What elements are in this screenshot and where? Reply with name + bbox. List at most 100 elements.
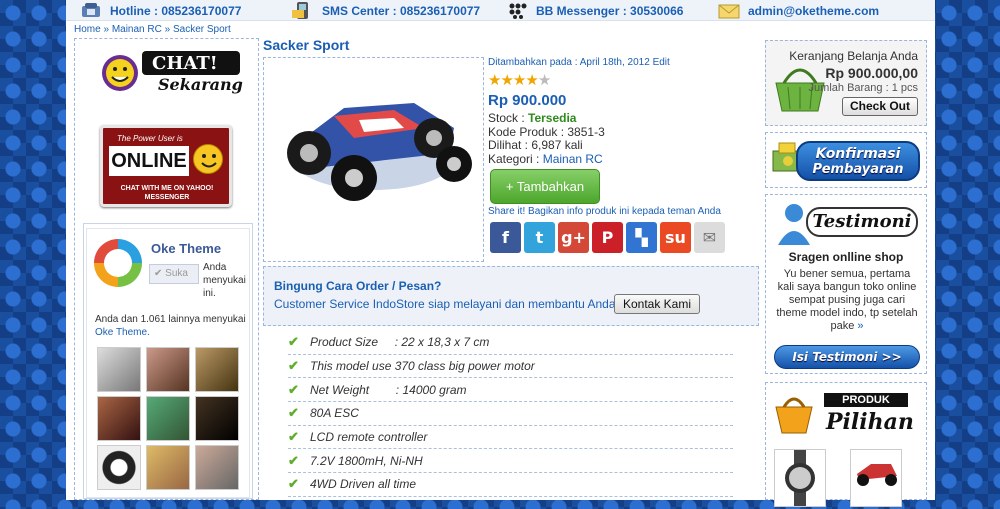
contact-us-button[interactable]: Kontak Kami [614, 294, 700, 314]
share-text: Share it! Bagikan info produk ini kepada… [488, 206, 721, 217]
featured-product-rc-car[interactable] [850, 449, 902, 507]
fb-face[interactable] [146, 396, 190, 441]
feature-item: ✔ LCD remote controller [288, 426, 733, 450]
stock-status: Tersedia [528, 111, 577, 125]
fb-like-button[interactable]: ✔ Suka [149, 264, 199, 284]
fb-face[interactable] [97, 396, 141, 441]
feature-item: ✔ 4WD Driven all time [288, 473, 733, 497]
product-info: Ditambahkan pada : April 18th, 2012 Edit… [488, 57, 768, 166]
sms-phone-icon [292, 2, 314, 19]
fb-face[interactable] [97, 445, 141, 490]
cart-total: Rp 900.000,00 [825, 65, 918, 81]
feature-item: ✔ 7.2V 1800mH, Ni-NH [288, 449, 733, 474]
fb-page-name[interactable]: Oke Theme [151, 241, 221, 256]
email-icon[interactable]: ✉ [694, 222, 725, 253]
payment-confirmation-banner[interactable]: Konfirmasi Pembayaran [765, 132, 927, 188]
online-top-text: The Power User is [117, 134, 183, 143]
pilihan-label: Pilihan [826, 409, 914, 435]
checkmark-icon: ✔ [288, 358, 299, 374]
fb-face[interactable] [195, 347, 239, 392]
watch-image [785, 450, 815, 506]
star-icon: ★ [512, 72, 526, 89]
facebook-like-box: Oke Theme ✔ Suka Anda menyukai ini. Anda… [83, 223, 253, 499]
produk-label: PRODUK [824, 393, 908, 407]
checkmark-icon: ✔ [288, 334, 299, 350]
cart-quantity: Jumlah Barang : 1 pcs [808, 82, 918, 94]
testimonial-box: Testimoni Sragen onlline shop Yu bener s… [765, 194, 927, 374]
feature-item: ✔ Net Weight : 14000 gram [288, 378, 733, 403]
left-sidebar: CHAT! Sekarang The Power User is ONLINE … [74, 38, 259, 500]
add-testimonial-button[interactable]: Isi Testimoni >> [774, 345, 920, 369]
testimonial-text: Yu bener semua, pertama kali saya bangun… [776, 268, 918, 332]
fb-face[interactable] [195, 396, 239, 441]
breadcrumb-category[interactable]: Mainan RC [112, 24, 162, 35]
feature-text: 7.2V 1800mH, Ni-NH [310, 453, 423, 468]
shopping-cart-box: Keranjang Belanja Anda Rp 900.000,00 Jum… [765, 40, 927, 126]
breadcrumb: Home » Mainan RC » Sacker Sport [74, 24, 231, 35]
rc-truck-image [287, 103, 472, 201]
added-date: Ditambahkan pada : April 18th, 2012 Edit [488, 57, 670, 68]
feature-item: ✔ Product Size : 22 x 18,3 x 7 cm [288, 331, 733, 355]
feature-item: ✔ 80A ESC [288, 402, 733, 426]
page: Hotline : 085236170077 SMS Center : 0852… [66, 0, 935, 507]
delicious-icon[interactable]: ▚ [626, 222, 657, 253]
oketheme-logo[interactable] [94, 239, 142, 287]
product-image[interactable] [263, 57, 484, 262]
product-title: Sacker Sport [263, 37, 350, 53]
fb-face[interactable] [97, 347, 141, 392]
star-icon: ★ [525, 72, 538, 89]
googleplus-icon[interactable]: g+ [558, 222, 589, 253]
hotline: Hotline : 085236170077 [80, 2, 241, 19]
yahoo-chat-badge[interactable]: CHAT! Sekarang [100, 49, 250, 95]
fb-like-status: Anda menyukai ini. [203, 262, 246, 299]
fb-face[interactable] [195, 445, 239, 490]
featured-product-watch[interactable] [774, 449, 826, 507]
envelope-icon [718, 2, 740, 19]
online-bottom-text: CHAT WITH ME ON YAHOO! MESSENGER [120, 185, 214, 201]
breadcrumb-home[interactable]: Home [74, 24, 101, 35]
checkmark-icon: ✔ [288, 381, 299, 397]
stumbleupon-icon[interactable]: su [660, 222, 691, 253]
checkmark-icon: ✔ [288, 476, 299, 492]
product-details: Stock : Tersedia Kode Produk : 3851-3 Di… [488, 111, 768, 166]
fb-face[interactable] [146, 445, 190, 490]
bb-messenger: BB Messenger : 30530066 [506, 2, 683, 19]
feature-text: 80A ESC [310, 406, 359, 421]
add-to-cart-button[interactable]: + Tambahkan [490, 169, 600, 204]
facebook-icon[interactable]: f [490, 222, 521, 253]
feature-item: ✔ This model use 370 class big power moto… [288, 355, 733, 379]
edit-link[interactable]: Edit [653, 57, 670, 68]
featured-products-box: PRODUK Pilihan [765, 382, 927, 507]
star-icon: ★ [488, 72, 501, 89]
testimoni-banner: Testimoni [806, 207, 918, 237]
fb-face[interactable] [146, 347, 190, 392]
blackberry-icon [506, 2, 528, 19]
breadcrumb-current[interactable]: Sacker Sport [173, 24, 231, 35]
checkout-button[interactable]: Check Out [842, 97, 918, 116]
rating-stars[interactable]: ★★★★★ [488, 71, 768, 89]
pembayaran-label: Pembayaran [812, 162, 904, 177]
pinterest-icon[interactable]: P [592, 222, 623, 253]
konfirmasi-label: Konfirmasi [815, 146, 901, 162]
fb-page-link[interactable]: Oke Theme. [95, 327, 150, 338]
read-more-link[interactable]: » [857, 320, 863, 332]
feature-text: LCD remote controller [310, 430, 428, 445]
fb-friends-text: Anda dan 1.061 lainnya menyukai Oke Them… [95, 314, 246, 338]
category-link[interactable]: Mainan RC [543, 152, 603, 166]
feature-text: Product Size : 22 x 18,3 x 7 cm [310, 335, 490, 350]
product-price: Rp 900.000 [488, 92, 567, 109]
checkmark-icon: ✔ [288, 452, 299, 468]
online-status-sign[interactable]: The Power User is ONLINE CHAT WITH ME ON… [100, 125, 232, 207]
rc-car-thumb [857, 464, 897, 486]
shopping-basket-icon [775, 397, 813, 434]
feature-text: This model use 370 class big power motor [310, 359, 535, 374]
order-help-text: Customer Service IndoStore siap melayani… [274, 297, 619, 311]
yahoo-chat-sub: Sekarang [158, 75, 243, 94]
order-help-title: Bingung Cara Order / Pesan? [274, 279, 442, 293]
smiley-icon [193, 144, 223, 174]
twitter-icon[interactable]: t [524, 222, 555, 253]
email-contact[interactable]: admin@oketheme.com [718, 2, 879, 19]
order-help-box: Bingung Cara Order / Pesan? Customer Ser… [263, 266, 759, 326]
checkmark-icon: ✔ [288, 405, 299, 421]
share-icons: f t g+ P ▚ su ✉ [490, 222, 725, 253]
